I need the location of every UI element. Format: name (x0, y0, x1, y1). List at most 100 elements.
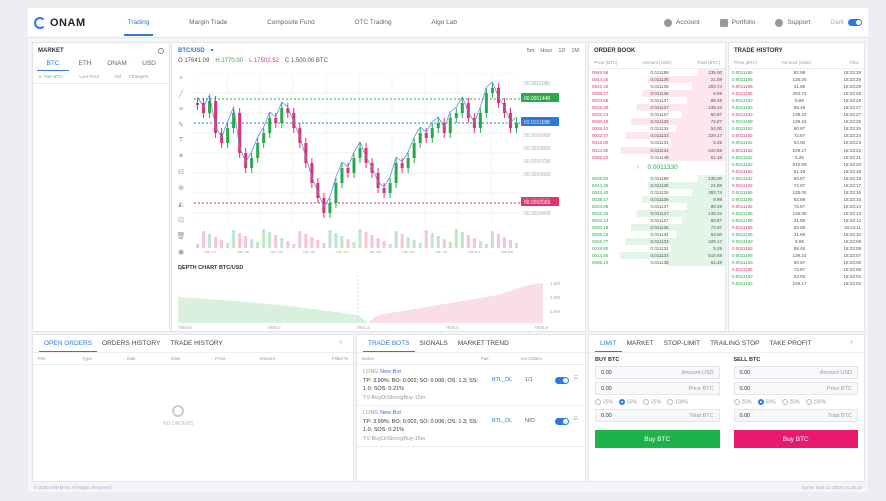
tab-orders-history[interactable]: ORDERS HISTORY (97, 335, 165, 352)
order-row[interactable]: 0042.40 0.011139 293.74 (589, 188, 725, 196)
tab-signals[interactable]: SIGNALS (415, 335, 453, 352)
logo[interactable]: ONAM (34, 16, 86, 29)
search-icon[interactable] (158, 48, 164, 54)
menu-icon[interactable]: ☰ (573, 416, 578, 422)
order-row[interactable]: 0022.77 0.011133 229.17 (589, 238, 725, 246)
market-tab-eth[interactable]: ETH (69, 57, 101, 71)
sell-price-input[interactable]: 0.00 Price BTC (733, 382, 858, 395)
tab-market-trend[interactable]: MARKET TREND (453, 335, 514, 352)
help-icon[interactable]: ? (844, 335, 858, 352)
nav-composite-fund[interactable]: Composite Fund (263, 9, 319, 36)
sell-pct-50[interactable]: 50% (757, 399, 776, 405)
interval-1d[interactable]: 1D (558, 48, 565, 54)
order-row[interactable]: 0030.18 0.011135 72.87 (589, 223, 725, 231)
tab-take-profit[interactable]: TAKE PROFIT (764, 335, 816, 352)
buy-price-input[interactable]: 0.00 Price BTC (595, 382, 720, 395)
market-tab-onam[interactable]: ONAM (101, 57, 133, 71)
market-tab-usd[interactable]: USD (133, 57, 165, 71)
sell-button[interactable]: Buy BTC (733, 430, 858, 449)
sell-pct-25b[interactable]: 25% (781, 399, 800, 405)
nav-margin-trade[interactable]: Margin Trade (185, 9, 231, 36)
chevron-down-icon[interactable]: ▾ (211, 47, 214, 54)
ray-icon[interactable]: ≡ (175, 106, 187, 113)
eye-icon[interactable]: ◉ (175, 248, 187, 256)
order-row[interactable]: 0022.77 0.011133 229.17 (589, 132, 725, 140)
account-link[interactable]: Account (664, 18, 700, 27)
nav-algo-lab[interactable]: Algo Lab (427, 9, 461, 36)
tab-open-orders[interactable]: OPEN ORDERS (39, 335, 98, 352)
interval-5m[interactable]: 5m (527, 48, 535, 54)
tab-trade-history[interactable]: TRADE HISTORY (165, 335, 228, 352)
order-row[interactable]: 0042.40 0.011139 293.74 (589, 83, 725, 91)
interval-1m[interactable]: 1M (571, 48, 579, 54)
tab-trade-bots[interactable]: TRADE BOTS (363, 335, 415, 352)
order-row[interactable]: 0014.80 0.011134 610.59 (589, 252, 725, 260)
order-row[interactable]: 0006.10 0.011139 61.48 (589, 259, 725, 267)
tab-market[interactable]: MARKET (622, 335, 659, 352)
order-row[interactable]: 0034.68 0.011137 88.49 (589, 97, 725, 105)
order-row[interactable]: 0014.80 0.011134 610.59 (589, 146, 725, 154)
crosshair-icon[interactable]: + (175, 75, 187, 82)
trash-icon[interactable]: 🗑 (175, 232, 187, 240)
order-row[interactable]: 0044.26 0.011136 21.89 (589, 76, 725, 84)
brush-icon[interactable]: ✎ (175, 121, 187, 129)
market-tab-btc[interactable]: BTC (37, 57, 69, 71)
nav-trading[interactable]: Trading (123, 9, 154, 36)
col-last-price[interactable]: Last Price (79, 74, 114, 80)
bot-name[interactable]: New Bot (380, 369, 401, 375)
col-vol[interactable]: Vol. (115, 74, 129, 80)
ruler-icon[interactable]: ⊟ (175, 168, 187, 176)
toggle-switch[interactable] (848, 19, 862, 26)
sell-pct-100[interactable]: 100% (805, 399, 826, 405)
depth-chart[interactable] (178, 275, 578, 323)
order-row[interactable]: 0032.25 0.011137 139.23 (589, 209, 725, 217)
portfolio-link[interactable]: Portfolio (719, 18, 755, 27)
buy-pct-100[interactable]: 100% (667, 399, 688, 405)
bot-toggle[interactable] (555, 418, 569, 425)
order-row[interactable]: 0018.80 0.011134 5.25 (589, 139, 725, 147)
order-row[interactable]: 0034.68 0.011137 88.49 (589, 202, 725, 210)
pattern-icon[interactable]: ✶ (175, 152, 187, 160)
tab-limit[interactable]: LIMIT (595, 335, 622, 352)
order-row[interactable]: 0038.17 0.011136 8.99 (589, 90, 725, 98)
order-row[interactable]: 0006.10 0.011139 61.48 (589, 153, 725, 161)
zoom-icon[interactable]: ⊕ (175, 184, 187, 192)
bot-row[interactable]: LONG New Bot TP: 3.99%; BO: 0.002; SO: 0… (357, 365, 585, 406)
order-row[interactable]: 0044.26 0.011136 21.89 (589, 181, 725, 189)
buy-pct-50[interactable]: 50% (619, 399, 637, 405)
buy-button[interactable]: Buy BTC (595, 430, 720, 449)
interval-hour[interactable]: Hour (540, 48, 552, 54)
order-row[interactable]: 0026.10 0.011134 54.00 (589, 125, 725, 133)
order-row[interactable]: 0032.25 0.011137 139.23 (589, 104, 725, 112)
sell-pct-25[interactable]: 25% (733, 399, 752, 405)
bot-row[interactable]: LONG New Bot TP: 3.99%; BO: 0.002; SO: 0… (357, 406, 585, 447)
col-pair[interactable]: Pair BTC (44, 74, 79, 80)
order-row[interactable]: 0032.13 0.011127 60.97 (589, 111, 725, 119)
lock-icon[interactable]: ⊡ (175, 216, 187, 224)
order-row[interactable]: 0032.13 0.011127 60.97 (589, 216, 725, 224)
order-row[interactable]: 0046.50 0.011189 135.00 (589, 174, 725, 182)
dark-mode-toggle[interactable]: Dark (830, 19, 862, 26)
bot-name[interactable]: New Bot (380, 410, 401, 416)
pair-selector[interactable]: BTC/USD (178, 48, 205, 54)
help-icon[interactable]: ? (333, 335, 347, 352)
tab-trailing-stop[interactable]: TRAILING STOP (705, 335, 764, 352)
candlestick-chart[interactable]: 00.001108000.001144800.001113300.0011000… (194, 73, 584, 253)
text-icon[interactable]: T (175, 137, 187, 144)
sell-total-input[interactable]: 0.00 Total BTC (733, 409, 858, 423)
magnet-icon[interactable]: ◭ (175, 200, 187, 208)
order-row[interactable]: 0026.19 0.011134 54.00 (589, 230, 725, 239)
col-change[interactable]: Change% (129, 74, 164, 80)
order-row[interactable]: 0030.18 0.011135 72.87 (589, 118, 725, 126)
buy-pct-25b[interactable]: 25% (643, 399, 661, 405)
buy-total-input[interactable]: 0.00 Total BTC (595, 409, 720, 423)
buy-amount-input[interactable]: 0.00 Amount USD (595, 366, 720, 379)
support-link[interactable]: Support (775, 18, 810, 27)
bot-toggle[interactable] (555, 377, 569, 384)
menu-icon[interactable]: ☰ (573, 375, 578, 381)
order-row[interactable]: 0018.80 0.011134 5.25 (589, 245, 725, 253)
trendline-icon[interactable]: ╱ (175, 90, 187, 98)
order-row[interactable]: 0038.17 0.011136 8.99 (589, 195, 725, 203)
order-row[interactable]: 0046.56 0.011189 135.00 (589, 69, 725, 77)
sell-amount-input[interactable]: 0.00 Amount USD (733, 366, 858, 379)
